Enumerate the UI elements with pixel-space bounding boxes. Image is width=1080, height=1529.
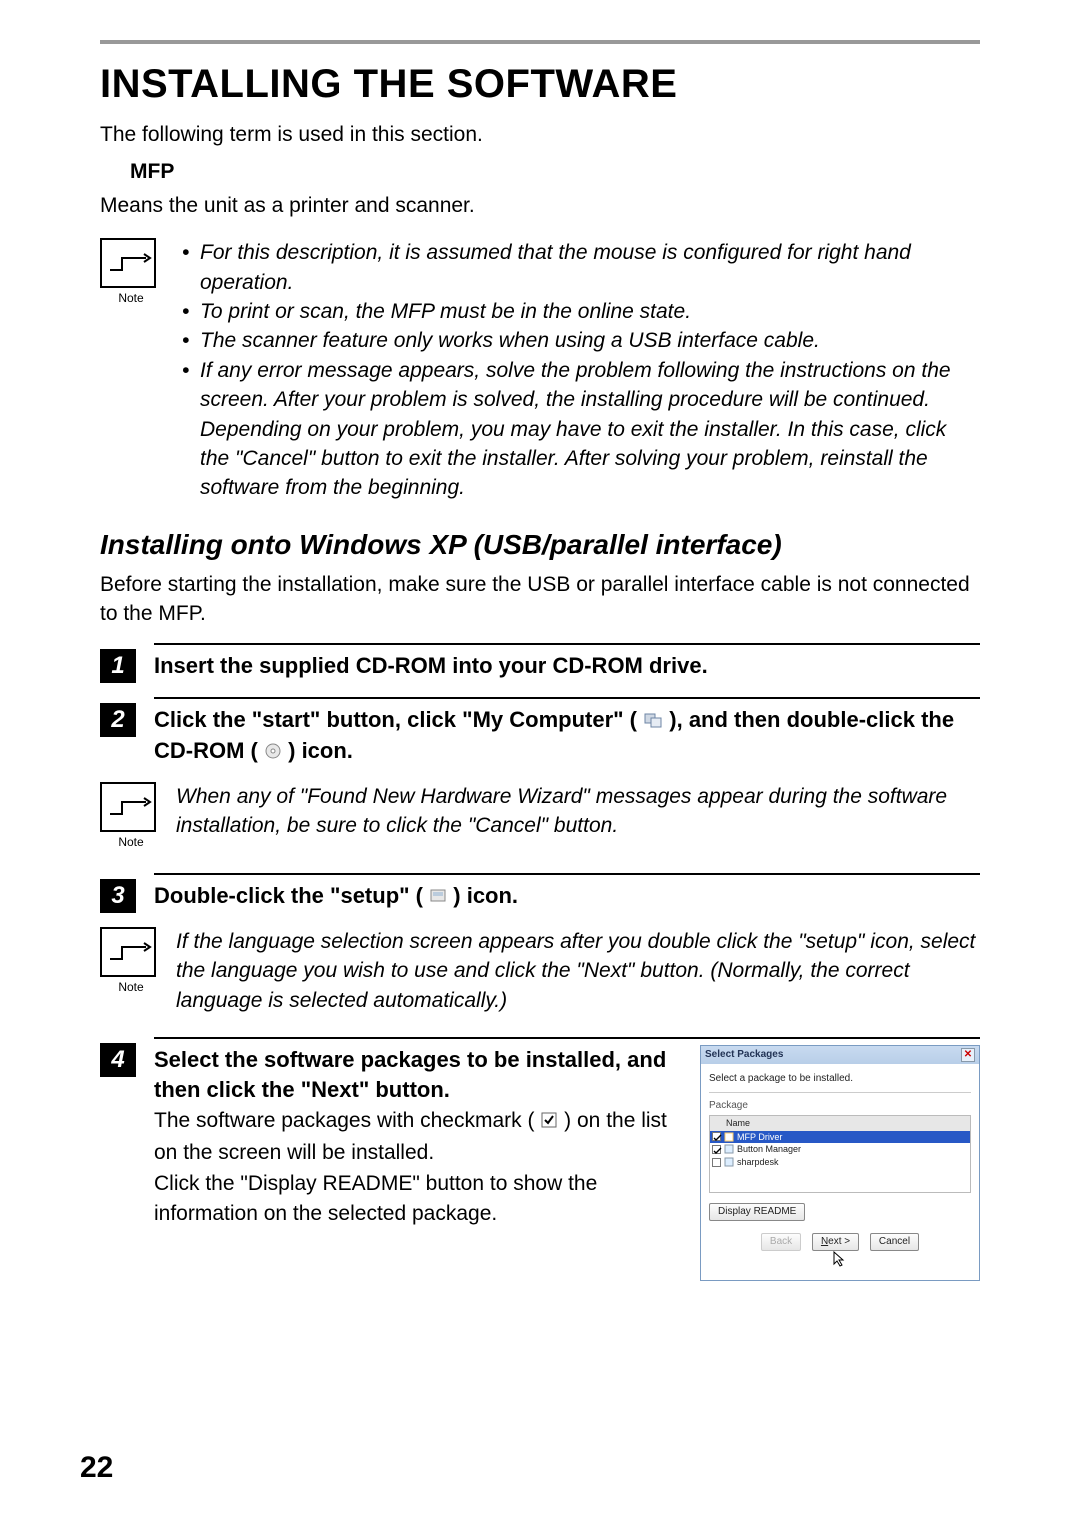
note-hand-icon: [100, 927, 156, 977]
package-name: sharpdesk: [737, 1156, 779, 1169]
step-title: Insert the supplied CD-ROM into your CD-…: [154, 651, 980, 681]
step-2: 2 Click the "start" button, click "My Co…: [100, 697, 980, 768]
step2-note-text: When any of "Found New Hardware Wizard" …: [176, 782, 980, 841]
driver-icon: [724, 1132, 734, 1142]
section-heading: Installing onto Windows XP (USB/parallel…: [100, 525, 980, 564]
step-number: 2: [100, 703, 136, 737]
package-name: MFP Driver: [737, 1131, 782, 1144]
step-title-part: ) icon.: [453, 883, 518, 908]
checkbox-checked-icon[interactable]: [712, 1132, 721, 1141]
checkbox-checked-icon[interactable]: [712, 1145, 721, 1154]
my-computer-icon: [643, 707, 663, 737]
top-note-item: If any error message appears, solve the …: [176, 356, 980, 503]
dialog-title-bar[interactable]: Select Packages ✕: [701, 1046, 979, 1064]
term-desc: Means the unit as a printer and scanner.: [100, 191, 980, 220]
dialog-subtitle: Select a package to be installed.: [709, 1072, 971, 1086]
top-note-item: The scanner feature only works when usin…: [176, 326, 980, 355]
top-note-block: Note For this description, it is assumed…: [100, 238, 980, 503]
note-label: Note: [100, 834, 162, 851]
section-intro: Before starting the installation, make s…: [100, 570, 980, 629]
package-row[interactable]: Button Manager: [710, 1143, 970, 1156]
package-label: Package: [709, 1099, 971, 1113]
step-4: 4 Select the software packages to be ins…: [100, 1037, 980, 1281]
package-row[interactable]: MFP Driver: [710, 1131, 970, 1144]
select-packages-dialog: Select Packages ✕ Select a package to be…: [700, 1045, 980, 1281]
step2-note-block: Note When any of "Found New Hardware Wiz…: [100, 782, 980, 851]
note-label: Note: [100, 290, 162, 307]
intro-text: The following term is used in this secti…: [100, 120, 980, 149]
step-title-part: Click the "start" button, click "My Comp…: [154, 707, 637, 732]
divider: [709, 1092, 971, 1093]
page-title: INSTALLING THE SOFTWARE: [100, 56, 980, 112]
app-icon: [724, 1157, 734, 1167]
checkbox-unchecked-icon[interactable]: [712, 1158, 721, 1167]
package-name: Button Manager: [737, 1143, 801, 1156]
cursor-icon: [832, 1251, 848, 1267]
step-title-part: ) icon.: [288, 738, 353, 763]
note-icon-wrap: Note: [100, 927, 162, 996]
display-readme-button[interactable]: Display README: [709, 1203, 805, 1221]
step-number: 4: [100, 1043, 136, 1077]
step-number: 1: [100, 649, 136, 683]
page-number: 22: [80, 1447, 113, 1489]
package-name-header[interactable]: Name: [710, 1116, 970, 1131]
term-label: MFP: [130, 157, 980, 186]
note-hand-icon: [100, 782, 156, 832]
top-note-item: To print or scan, the MFP must be in the…: [176, 297, 980, 326]
back-button[interactable]: Back: [761, 1233, 801, 1251]
step3-note-text: If the language selection screen appears…: [176, 927, 980, 1015]
note-hand-icon: [100, 238, 156, 288]
note-icon-wrap: Note: [100, 782, 162, 851]
dialog-close-button[interactable]: ✕: [961, 1048, 975, 1062]
step-1: 1 Insert the supplied CD-ROM into your C…: [100, 643, 980, 683]
step-desc: The software packages with checkmark ( )…: [154, 1106, 684, 1167]
dialog-title: Select Packages: [705, 1048, 783, 1062]
package-row[interactable]: sharpdesk: [710, 1156, 970, 1169]
app-icon: [724, 1144, 734, 1154]
top-note-list: For this description, it is assumed that…: [176, 238, 980, 503]
note-label: Note: [100, 979, 162, 996]
checkbox-checked-icon: [540, 1108, 558, 1137]
top-note-item: For this description, it is assumed that…: [176, 238, 980, 297]
note-icon-wrap: Note: [100, 238, 162, 307]
cancel-button[interactable]: Cancel: [870, 1233, 919, 1251]
step-title: Double-click the "setup" ( ) icon.: [154, 881, 980, 913]
next-button[interactable]: Next >: [812, 1233, 859, 1251]
step-title: Click the "start" button, click "My Comp…: [154, 705, 980, 768]
setup-exe-icon: [429, 883, 447, 913]
step-title: Select the software packages to be insta…: [154, 1045, 684, 1104]
step-title-part: Double-click the "setup" (: [154, 883, 423, 908]
step-3: 3 Double-click the "setup" ( ) icon.: [100, 873, 980, 913]
step-desc: Click the "Display README" button to sho…: [154, 1169, 684, 1228]
header-rule: [100, 40, 980, 44]
cdrom-icon: [264, 738, 282, 768]
step-number: 3: [100, 879, 136, 913]
step-desc-part: The software packages with checkmark (: [154, 1109, 534, 1132]
package-list: Name MFP Driver Button Manager: [709, 1115, 971, 1193]
next-button-rest: ext >: [828, 1236, 850, 1247]
step3-note-block: Note If the language selection screen ap…: [100, 927, 980, 1015]
